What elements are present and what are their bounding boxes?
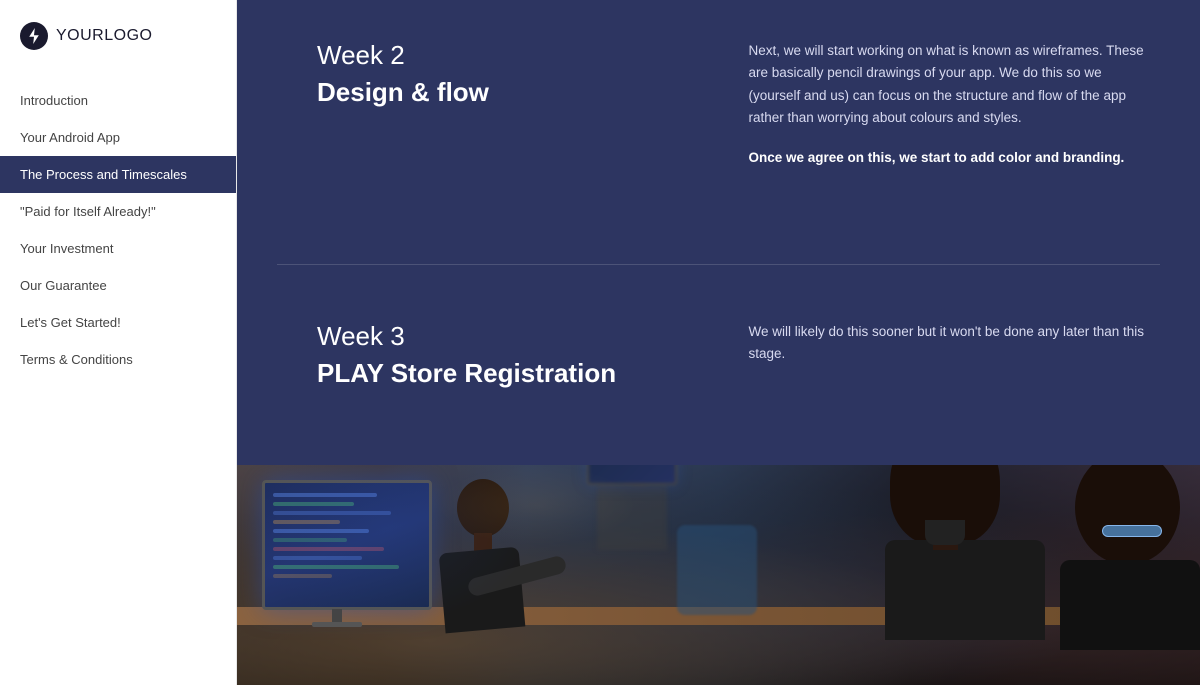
person2-collar: [925, 520, 965, 545]
week2-description: Next, we will start working on what is k…: [719, 0, 1200, 264]
sidebar: YOURLOGO Introduction Your Android App T…: [0, 0, 237, 685]
week3-title: PLAY Store Registration: [317, 358, 669, 389]
week2-label: Week 2: [317, 40, 669, 71]
week3-label: Week 3: [317, 321, 669, 352]
sidebar-item-introduction[interactable]: Introduction: [0, 82, 236, 119]
week3-block: Week 3 PLAY Store Registration: [237, 301, 719, 465]
sidebar-item-process-timescales[interactable]: The Process and Timescales: [0, 156, 236, 193]
navigation: Introduction Your Android App The Proces…: [0, 72, 236, 378]
office-scene: [237, 465, 1200, 685]
week2-bold-text: Once we agree on this, we start to add c…: [749, 147, 1151, 169]
week2-desc-text: Next, we will start working on what is k…: [749, 40, 1151, 129]
week3-description: We will likely do this sooner but it won…: [719, 301, 1200, 465]
person3-body: [1060, 560, 1200, 650]
sidebar-item-paid-itself[interactable]: "Paid for Itself Already!": [0, 193, 236, 230]
overhead-light: [437, 465, 637, 545]
office-image-section: [237, 465, 1200, 685]
sidebar-item-android-app[interactable]: Your Android App: [0, 119, 236, 156]
week2-block: Week 2 Design & flow: [237, 0, 719, 264]
sidebar-item-investment[interactable]: Your Investment: [0, 230, 236, 267]
main-content: Week 2 Design & flow Next, we will start…: [237, 0, 1200, 685]
person3-glasses: [1102, 525, 1162, 537]
section-divider: [277, 264, 1160, 265]
monitor-stand-left: [332, 609, 342, 623]
monitor-left: [262, 480, 432, 610]
sidebar-item-get-started[interactable]: Let's Get Started!: [0, 304, 236, 341]
bg-chair: [677, 525, 757, 615]
week3-desc-text: We will likely do this sooner but it won…: [749, 321, 1151, 366]
office-background: [237, 465, 1200, 685]
monitor-base-left: [312, 622, 362, 627]
bolt-icon: [20, 22, 48, 50]
content-top: Week 2 Design & flow Next, we will start…: [237, 0, 1200, 465]
logo-area: YOURLOGO: [0, 0, 236, 72]
sidebar-item-guarantee[interactable]: Our Guarantee: [0, 267, 236, 304]
logo-text: YOURLOGO: [56, 27, 152, 45]
person2-body: [885, 540, 1045, 640]
sidebar-item-terms[interactable]: Terms & Conditions: [0, 341, 236, 378]
week2-title: Design & flow: [317, 77, 669, 108]
